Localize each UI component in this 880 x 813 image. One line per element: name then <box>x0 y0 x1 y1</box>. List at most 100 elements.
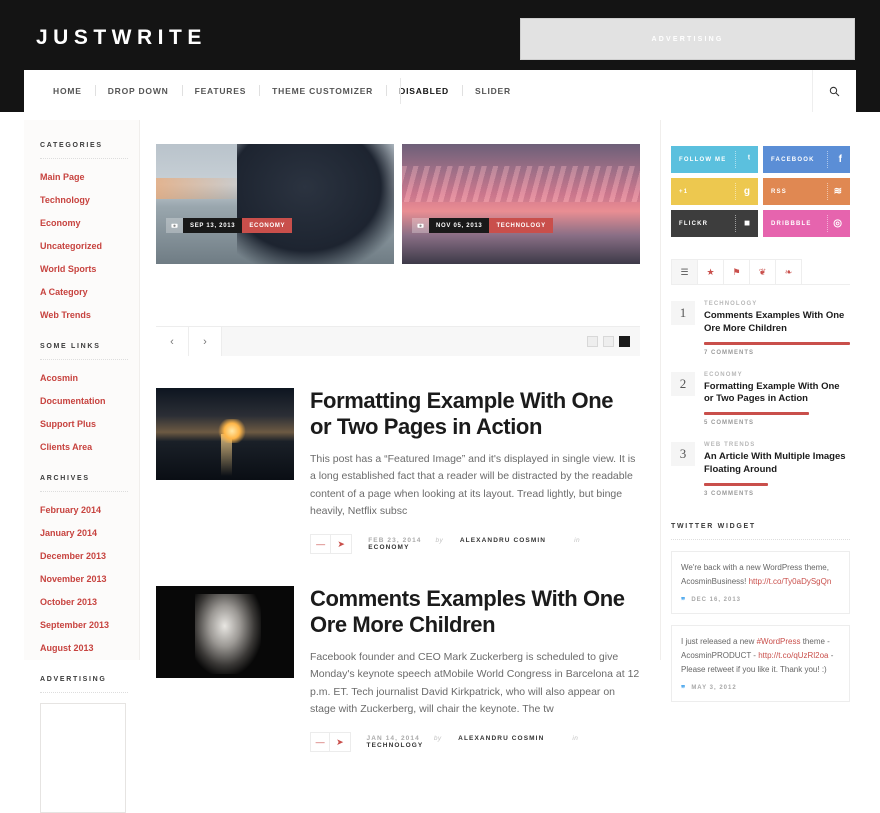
list-view-toggle[interactable] <box>603 336 614 347</box>
archives-heading: ARCHIVES <box>40 475 128 492</box>
some-link[interactable]: Documentation <box>40 396 106 406</box>
featured-category[interactable]: ECONOMY <box>242 218 293 233</box>
header-ad-banner[interactable]: ADVERTISING <box>520 18 855 60</box>
category-link[interactable]: World Sports <box>40 264 96 274</box>
flickr-icon: ■ <box>743 218 750 229</box>
popular-category[interactable]: ECONOMY <box>704 372 850 378</box>
article-excerpt: Facebook founder and CEO Mark Zuckerberg… <box>310 651 640 715</box>
nav-item-features[interactable]: FEATURES <box>181 70 260 112</box>
compact-view-toggle[interactable] <box>619 336 630 347</box>
nav-item-slider[interactable]: SLIDER <box>461 70 524 112</box>
category-link[interactable]: Web Trends <box>40 310 91 320</box>
archive-link[interactable]: September 2013 <box>40 620 109 630</box>
nav-link-list: HOME DROP DOWN FEATURES THEME CUSTOMIZER DIS… <box>24 70 812 112</box>
article-category[interactable]: ECONOMY <box>368 544 409 551</box>
by-label: by <box>433 735 442 743</box>
tweet-hashtag[interactable]: #WordPress <box>757 637 801 646</box>
list-item: Documentation <box>40 393 139 407</box>
category-link[interactable]: Economy <box>40 218 81 228</box>
popular-category[interactable]: TECHNOLOGY <box>704 301 850 307</box>
share-icon[interactable]: ➤ <box>330 732 351 753</box>
popular-rank: 3 <box>671 442 695 467</box>
widget-tab-comment[interactable]: ❦ <box>749 259 776 284</box>
social-button-dribbble[interactable]: DRIBBBLE ◎ <box>763 210 850 237</box>
tweet-date: ❞ MAY 3, 2012 <box>681 683 737 693</box>
social-button-flickr[interactable]: FLICKR ■ <box>671 210 758 237</box>
search-button[interactable] <box>812 70 856 112</box>
social-button-follow-me[interactable]: FOLLOW ME ᵗ <box>671 146 758 173</box>
archive-link[interactable]: February 2014 <box>40 505 101 515</box>
featured-date: SEP 13, 2013 <box>183 218 243 233</box>
some-link[interactable]: Clients Area <box>40 442 92 452</box>
archives-list: February 2014 January 2014 December 2013 No… <box>40 502 139 654</box>
share-icon[interactable]: ➤ <box>331 534 353 555</box>
social-label: RSS <box>771 188 787 195</box>
archive-link[interactable]: November 2013 <box>40 574 107 584</box>
article-title-link[interactable]: Formatting Example With One or Two Pages… <box>310 388 640 440</box>
tweet-item: I just released a new #WordPress theme -… <box>671 624 850 702</box>
featured-post[interactable]: SEP 13, 2013 ECONOMY You Can Buy Pharrel… <box>156 144 394 264</box>
sidebar-ad-box[interactable] <box>40 703 126 813</box>
carousel-next-button[interactable]: › <box>189 327 222 356</box>
archive-link[interactable]: October 2013 <box>40 597 97 607</box>
popular-title-link[interactable]: An Article With Multiple Images Floating… <box>704 451 850 477</box>
featured-post[interactable]: NOV 05, 2013 TECHNOLOGY True Detective S… <box>402 144 640 264</box>
camera-icon <box>412 218 429 233</box>
main-column: SEP 13, 2013 ECONOMY You Can Buy Pharrel… <box>156 144 640 753</box>
twitter-widget-heading: TWITTER WIDGET <box>671 523 850 540</box>
tweet-link[interactable]: http://t.co/qUzRl2oa <box>758 651 828 660</box>
popular-title-link[interactable]: Comments Examples With One Ore More Chil… <box>704 310 850 336</box>
category-link[interactable]: Technology <box>40 195 90 205</box>
article-thumbnail[interactable] <box>156 586 294 679</box>
nav-item-theme-customizer[interactable]: THEME CUSTOMIZER <box>259 70 386 112</box>
some-link[interactable]: Acosmin <box>40 373 78 383</box>
social-label: FACEBOOK <box>771 156 815 163</box>
some-link[interactable]: Support Plus <box>40 419 96 429</box>
list-item: World Sports <box>40 261 139 275</box>
carousel-prev-button[interactable]: ‹ <box>156 327 189 356</box>
social-button--1[interactable]: +1 g <box>671 178 758 205</box>
facebook-icon: f <box>838 154 842 165</box>
page-content: CATEGORIES Main Page Technology Economy Unc… <box>0 112 880 813</box>
minus-icon[interactable]: — <box>310 534 332 555</box>
archive-link[interactable]: August 2013 <box>40 643 94 653</box>
site-logo[interactable]: JUSTWRITE <box>36 26 207 50</box>
list-item: December 2013 <box>40 548 139 562</box>
article-author[interactable]: ALEXANDRU COSMIN <box>458 735 544 742</box>
popular-post-item: 2 ECONOMY Formatting Example With One or T… <box>671 371 850 426</box>
nav-item-home[interactable]: HOME <box>40 70 95 112</box>
main-navigation: HOME DROP DOWN FEATURES THEME CUSTOMIZER DIS… <box>24 70 856 112</box>
camera-icon <box>166 218 183 233</box>
list-item: Clients Area <box>40 439 139 453</box>
category-link[interactable]: A Category <box>40 287 88 297</box>
featured-category[interactable]: TECHNOLOGY <box>489 218 553 233</box>
article-author[interactable]: ALEXANDRU COSMIN <box>460 537 546 544</box>
article-item: Formatting Example With One or Two Pages… <box>156 388 640 555</box>
nav-divider <box>400 78 401 104</box>
popular-post-item: 3 WEB TRENDS An Article With Multiple Imag… <box>671 442 850 497</box>
widget-tab-list[interactable]: ☰ <box>671 259 698 284</box>
featured-date: NOV 05, 2013 <box>429 218 490 233</box>
popular-title-link[interactable]: Formatting Example With One or Two Pages… <box>704 381 850 407</box>
widget-tab-star[interactable]: ★ <box>697 259 724 284</box>
minus-icon[interactable]: — <box>310 732 331 753</box>
nav-item-disabled[interactable]: DISABLED <box>386 70 462 112</box>
article-thumbnail[interactable] <box>156 388 294 480</box>
nav-item-drop-down[interactable]: DROP DOWN <box>94 70 182 112</box>
category-link[interactable]: Main Page <box>40 172 85 182</box>
tweet-link[interactable]: http://t.co/Ty0aDySgQn <box>749 577 832 586</box>
archive-link[interactable]: January 2014 <box>40 528 97 538</box>
article-title-link[interactable]: Comments Examples With One Ore More Chil… <box>310 586 640 638</box>
article-category[interactable]: TECHNOLOGY <box>367 742 424 749</box>
view-mode-toggles <box>587 327 640 356</box>
archive-link[interactable]: December 2013 <box>40 551 106 561</box>
grid-view-toggle[interactable] <box>587 336 598 347</box>
social-button-rss[interactable]: RSS ≋ <box>763 178 850 205</box>
widget-tab-pin[interactable]: ⚑ <box>723 259 750 284</box>
category-link[interactable]: Uncategorized <box>40 241 102 251</box>
social-button-facebook[interactable]: FACEBOOK f <box>763 146 850 173</box>
tweet-list: We're back with a new WordPress theme, A… <box>671 550 850 702</box>
widget-tab-tag[interactable]: ❧ <box>775 259 802 284</box>
popular-progress-bar <box>704 412 810 416</box>
popular-category[interactable]: WEB TRENDS <box>704 442 850 448</box>
